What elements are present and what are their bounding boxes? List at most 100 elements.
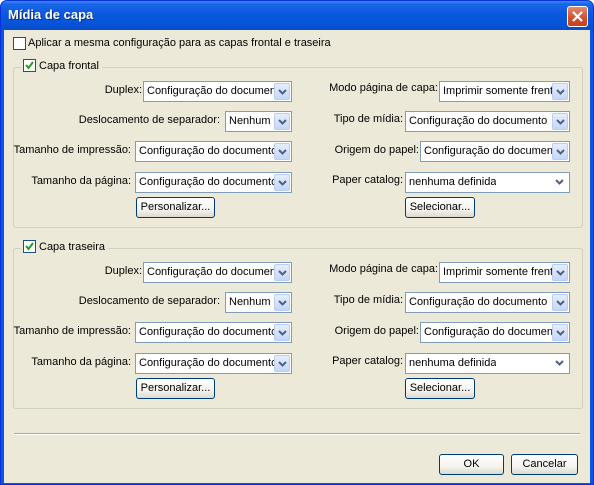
print-size-label: Tamanho de impressão:	[13, 144, 131, 156]
print-size-value: Configuração do documento	[139, 145, 278, 157]
dropdown-arrow[interactable]	[274, 113, 290, 130]
dropdown-arrow[interactable]	[274, 174, 290, 191]
customize-button[interactable]: Personalizar...	[136, 197, 215, 218]
paper-source-select[interactable]: Configuração do documento	[420, 141, 570, 162]
media-type-value: Configuração do documento	[409, 296, 548, 308]
dropdown-arrow[interactable]	[274, 83, 290, 100]
print-size-value: Configuração do documento	[139, 326, 278, 338]
select-catalog-button[interactable]: Selecionar...	[405, 197, 475, 218]
dropdown-arrow[interactable]	[552, 355, 568, 372]
duplex-value: Configuração do documento	[147, 266, 286, 278]
separator-offset-value: Nenhum	[229, 296, 271, 308]
cover-page-mode-select[interactable]: Imprimir somente frente	[439, 81, 570, 102]
cover-page-mode-label: Modo página de capa:	[329, 263, 438, 275]
media-type-value: Configuração do documento	[409, 115, 548, 127]
separator-offset-label: Deslocamento de separador:	[78, 295, 220, 307]
chevron-down-icon	[556, 270, 565, 276]
chevron-down-icon	[278, 300, 287, 306]
chevron-down-icon	[556, 89, 565, 95]
paper-source-select[interactable]: Configuração do documento	[420, 322, 570, 343]
paper-catalog-select[interactable]: nenhuma definida	[405, 172, 570, 193]
dropdown-arrow[interactable]	[552, 174, 568, 191]
paper-catalog-label: Paper catalog:	[332, 355, 403, 367]
chevron-down-icon	[556, 300, 565, 306]
duplex-value: Configuração do documento	[147, 85, 286, 97]
dropdown-arrow[interactable]	[552, 324, 568, 341]
chevron-down-icon	[278, 270, 287, 276]
duplex-label: Duplex:	[104, 265, 142, 277]
separator-offset-select[interactable]: Nenhum	[225, 292, 292, 313]
page-size-value: Configuração do documento	[139, 357, 278, 369]
front-cover-legend-label: Capa frontal	[39, 59, 99, 72]
check-icon	[25, 242, 34, 251]
apply-same-checkbox[interactable]	[13, 37, 26, 50]
duplex-select[interactable]: Configuração do documento	[143, 262, 292, 283]
cover-page-mode-value: Imprimir somente frente	[443, 85, 560, 97]
dropdown-arrow[interactable]	[274, 324, 290, 341]
dropdown-arrow[interactable]	[552, 264, 568, 281]
dropdown-arrow[interactable]	[552, 83, 568, 100]
chevron-down-icon	[278, 89, 287, 95]
cover-page-mode-select[interactable]: Imprimir somente frente	[439, 262, 570, 283]
separator-offset-select[interactable]: Nenhum	[225, 111, 292, 132]
chevron-down-icon	[278, 149, 287, 155]
front-cover-checkbox[interactable]	[23, 59, 36, 72]
chevron-down-icon	[278, 361, 287, 367]
cancel-button[interactable]: Cancelar	[511, 454, 578, 475]
chevron-down-icon	[278, 330, 287, 336]
page-size-select[interactable]: Configuração do documento	[135, 172, 292, 193]
dropdown-arrow[interactable]	[552, 113, 568, 130]
separator-offset-label: Deslocamento de separador:	[78, 114, 220, 126]
group-front-cover-legend: Capa frontal	[21, 59, 102, 72]
page-size-label: Tamanho da página:	[31, 175, 131, 187]
title-bar: Mídia de capa	[1, 1, 593, 30]
paper-source-label: Origem do papel:	[334, 325, 419, 337]
customize-button[interactable]: Personalizar...	[136, 378, 215, 399]
back-cover-legend-label: Capa traseira	[39, 240, 106, 253]
chevron-down-icon	[556, 119, 565, 125]
close-icon	[572, 11, 583, 22]
paper-catalog-select[interactable]: nenhuma definida	[405, 353, 570, 374]
close-button[interactable]	[567, 6, 588, 27]
chevron-down-icon	[556, 149, 565, 155]
group-back-cover-legend: Capa traseira	[21, 240, 109, 253]
paper-source-label: Origem do papel:	[334, 144, 419, 156]
chevron-down-icon	[278, 180, 287, 186]
page-size-value: Configuração do documento	[139, 176, 278, 188]
page-size-select[interactable]: Configuração do documento	[135, 353, 292, 374]
paper-catalog-value: nenhuma definida	[409, 176, 497, 188]
ok-button[interactable]: OK	[439, 454, 504, 475]
chevron-down-icon	[278, 119, 287, 125]
chevron-down-icon	[556, 330, 565, 336]
footer-separator	[14, 433, 580, 435]
paper-source-value: Configuração do documento	[424, 145, 563, 157]
media-type-select[interactable]: Configuração do documento	[405, 111, 570, 132]
duplex-label: Duplex:	[104, 84, 142, 96]
print-size-select[interactable]: Configuração do documento	[135, 322, 292, 343]
check-icon	[25, 61, 34, 70]
media-type-select[interactable]: Configuração do documento	[405, 292, 570, 313]
dropdown-arrow[interactable]	[274, 264, 290, 281]
dropdown-arrow[interactable]	[274, 143, 290, 160]
dropdown-arrow[interactable]	[274, 355, 290, 372]
print-size-label: Tamanho de impressão:	[13, 325, 131, 337]
duplex-select[interactable]: Configuração do documento	[143, 81, 292, 102]
dialog-window: Mídia de capa Aplicar a mesma configuraç…	[0, 0, 594, 485]
cover-page-mode-label: Modo página de capa:	[329, 82, 438, 94]
dropdown-arrow[interactable]	[274, 294, 290, 311]
apply-same-label: Aplicar a mesma configuração para as cap…	[28, 37, 331, 49]
paper-catalog-label: Paper catalog:	[332, 174, 403, 186]
cover-page-mode-value: Imprimir somente frente	[443, 266, 560, 278]
page-size-label: Tamanho da página:	[31, 356, 131, 368]
print-size-select[interactable]: Configuração do documento	[135, 141, 292, 162]
select-catalog-button[interactable]: Selecionar...	[405, 378, 475, 399]
dropdown-arrow[interactable]	[552, 143, 568, 160]
dropdown-arrow[interactable]	[552, 294, 568, 311]
chevron-down-icon	[555, 179, 564, 185]
back-cover-checkbox[interactable]	[23, 240, 36, 253]
chevron-down-icon	[555, 360, 564, 366]
paper-catalog-value: nenhuma definida	[409, 357, 497, 369]
separator-offset-value: Nenhum	[229, 115, 271, 127]
media-type-label: Tipo de mídia:	[333, 294, 403, 306]
dialog-client-area: Aplicar a mesma configuração para as cap…	[4, 30, 590, 483]
